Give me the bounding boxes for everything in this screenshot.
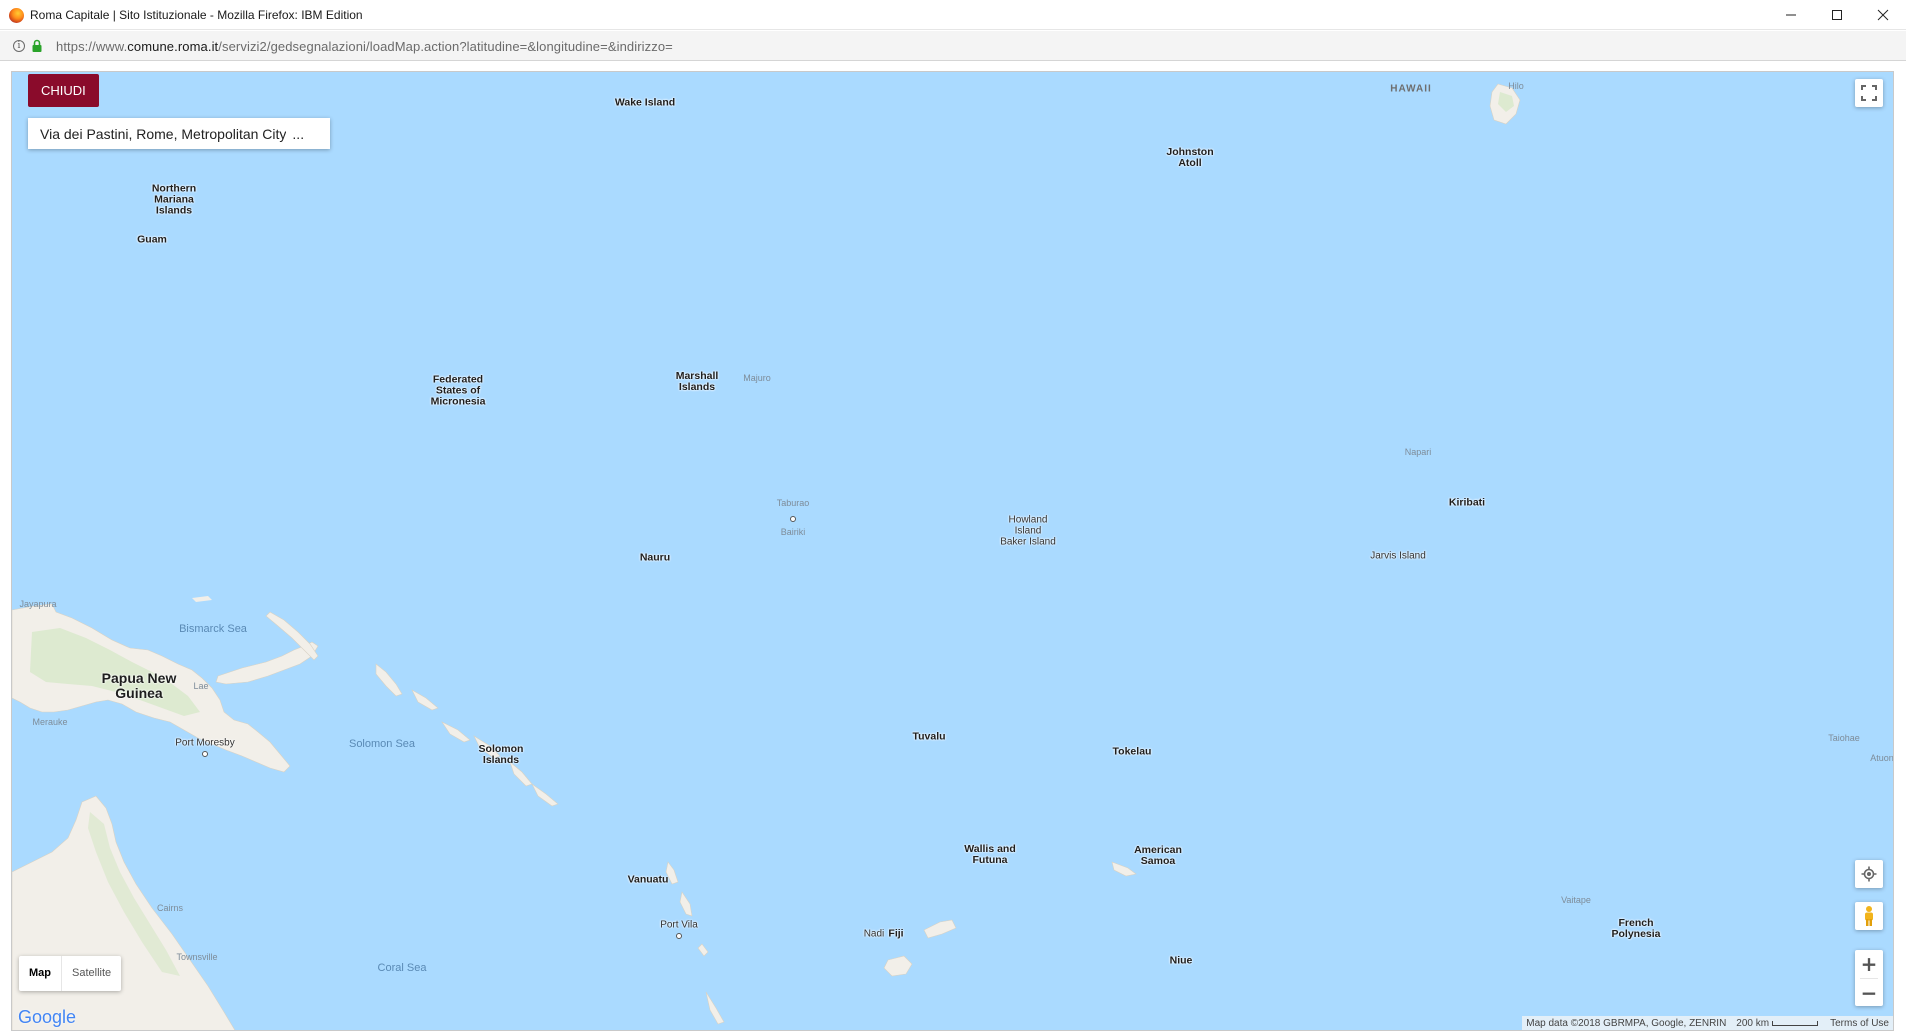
label-majuro: Majuro [743,373,771,383]
firefox-icon [9,8,24,23]
map-attribution: Map data ©2018 GBRMPA, Google, ZENRIN 20… [1522,1016,1893,1030]
close-window-button[interactable] [1860,0,1906,30]
minus-icon: − [1860,981,1878,1005]
pegman-icon [1865,906,1873,926]
map-type-map-button[interactable]: Map [19,956,62,991]
label-tuvalu: Tuvalu [912,730,946,743]
fiji-land-2 [923,919,957,939]
label-cairns: Cairns [156,903,184,913]
label-guam: Guam [137,233,167,246]
solomon-islands-land-2 [441,721,471,743]
label-townsville: Townsville [176,952,218,962]
plus-icon: + [1860,952,1878,976]
label-tokelau: Tokelau [1112,745,1152,758]
label-hilo: Hilo [1508,81,1524,91]
maximize-icon [1832,10,1842,20]
map-type-satellite-button[interactable]: Satellite [62,956,121,991]
solomon-islands-land-5 [531,783,559,807]
label-micronesia: Federated States of Micronesia [430,373,486,408]
url-domain: comune.roma.it [127,39,219,54]
label-bairiki: Bairiki [780,527,806,537]
url-text[interactable]: https://www.comune.roma.it/servizi2/geds… [56,39,673,54]
chiudi-button[interactable]: CHIUDI [28,74,99,107]
window-titlebar: Roma Capitale | Sito Istituzionale - Moz… [0,0,1906,30]
label-howland-baker: Howland Island Baker Island [1000,514,1056,548]
label-nadi: Nadi [863,928,885,940]
label-wake-island: Wake Island [614,96,676,109]
label-jarvis-island: Jarvis Island [1370,550,1426,562]
zoom-control[interactable]: + − [1855,950,1883,1006]
window-title: Roma Capitale | Sito Istituzionale - Moz… [30,8,363,22]
address-bar[interactable]: i https://www.comune.roma.it/servizi2/ge… [0,31,1906,61]
label-port-moresby: Port Moresby [175,737,235,749]
google-logo-text: Google [18,1007,77,1027]
fullscreen-icon [1861,85,1877,101]
vanuatu-land-2 [679,891,693,917]
url-path: /servizi2/gedsegnalazioni/loadMap.action… [218,39,673,54]
label-niue: Niue [1169,954,1193,967]
new-caledonia-land [705,991,725,1025]
label-vaitape: Vaitape [1561,895,1591,905]
label-french-polynesia: French Polynesia [1611,917,1661,940]
fiji-land-1 [883,955,913,977]
map-canvas[interactable]: Wake Island HAWAII Hilo Johnston Atoll No… [11,71,1894,1031]
label-vanuatu: Vanuatu [627,873,669,886]
marker-port-vila [676,933,682,939]
label-bismarck-sea: Bismarck Sea [179,623,247,635]
address-more: ... [292,125,305,142]
label-hawaii: HAWAII [1390,83,1432,95]
scale-bar[interactable]: 200 km [1736,1017,1819,1029]
scale-bar-line [1772,1020,1819,1026]
label-wallis-futuna: Wallis and Futuna [964,843,1016,866]
terms-of-use-link[interactable]: Terms of Use [1830,1018,1889,1029]
label-fiji: Fiji [888,927,904,940]
fullscreen-button[interactable] [1855,79,1883,107]
admiralty-islands [192,596,212,602]
label-american-samoa: American Samoa [1134,844,1182,867]
label-jayapura: Jayapura [19,599,57,609]
lock-icon[interactable] [30,39,44,53]
australia-land [12,795,236,1030]
label-nauru: Nauru [639,551,671,564]
minimize-button[interactable] [1768,0,1814,30]
close-icon [1877,9,1889,21]
map-type-control[interactable]: Map Satellite [19,956,122,991]
label-papua-new-guinea: Papua New Guinea [101,670,177,701]
url-prefix: https://www. [56,39,128,54]
marker-bairiki [790,516,796,522]
google-logo[interactable]: Google [18,1007,76,1028]
map-data-credit: Map data ©2018 GBRMPA, Google, ZENRIN [1526,1017,1727,1029]
zoom-in-button[interactable]: + [1855,950,1883,978]
label-lae: Lae [193,681,209,691]
address-text: Via dei Pastini, Rome, Metropolitan City [40,125,287,142]
label-napari: Napari [1404,447,1432,457]
label-solomon-islands: Solomon Islands [478,743,524,766]
info-icon[interactable]: i [13,40,25,52]
marker-port-moresby [202,751,208,757]
scale-label: 200 km [1736,1017,1770,1029]
crosshair-icon [1861,866,1877,882]
label-marshall-islands: Marshall Islands [675,370,719,393]
minimize-icon [1786,14,1796,16]
label-merauke: Merauke [32,717,68,727]
solomon-islands-land-1 [411,689,439,711]
vanuatu-land-3 [697,943,709,957]
label-northern-mariana: Northern Mariana Islands [151,182,197,217]
label-coral-sea: Coral Sea [377,962,427,974]
samoa-land [1111,861,1137,877]
label-solomon-sea: Solomon Sea [348,738,416,750]
bougainville-land [375,663,403,697]
street-view-button[interactable] [1855,902,1883,930]
zoom-out-button[interactable]: − [1855,979,1883,1007]
label-atuona: Atuon [1870,753,1894,763]
label-kiribati: Kiribati [1448,496,1486,509]
label-port-vila: Port Vila [660,919,698,931]
maximize-button[interactable] [1814,0,1860,30]
label-johnston-atoll: Johnston Atoll [1166,146,1214,169]
label-taburao: Taburao [776,498,810,508]
map-land [12,83,1521,1030]
address-display[interactable]: Via dei Pastini, Rome, Metropolitan City… [28,118,330,149]
my-location-button[interactable] [1855,860,1883,888]
label-taiohae: Taiohae [1828,733,1860,743]
